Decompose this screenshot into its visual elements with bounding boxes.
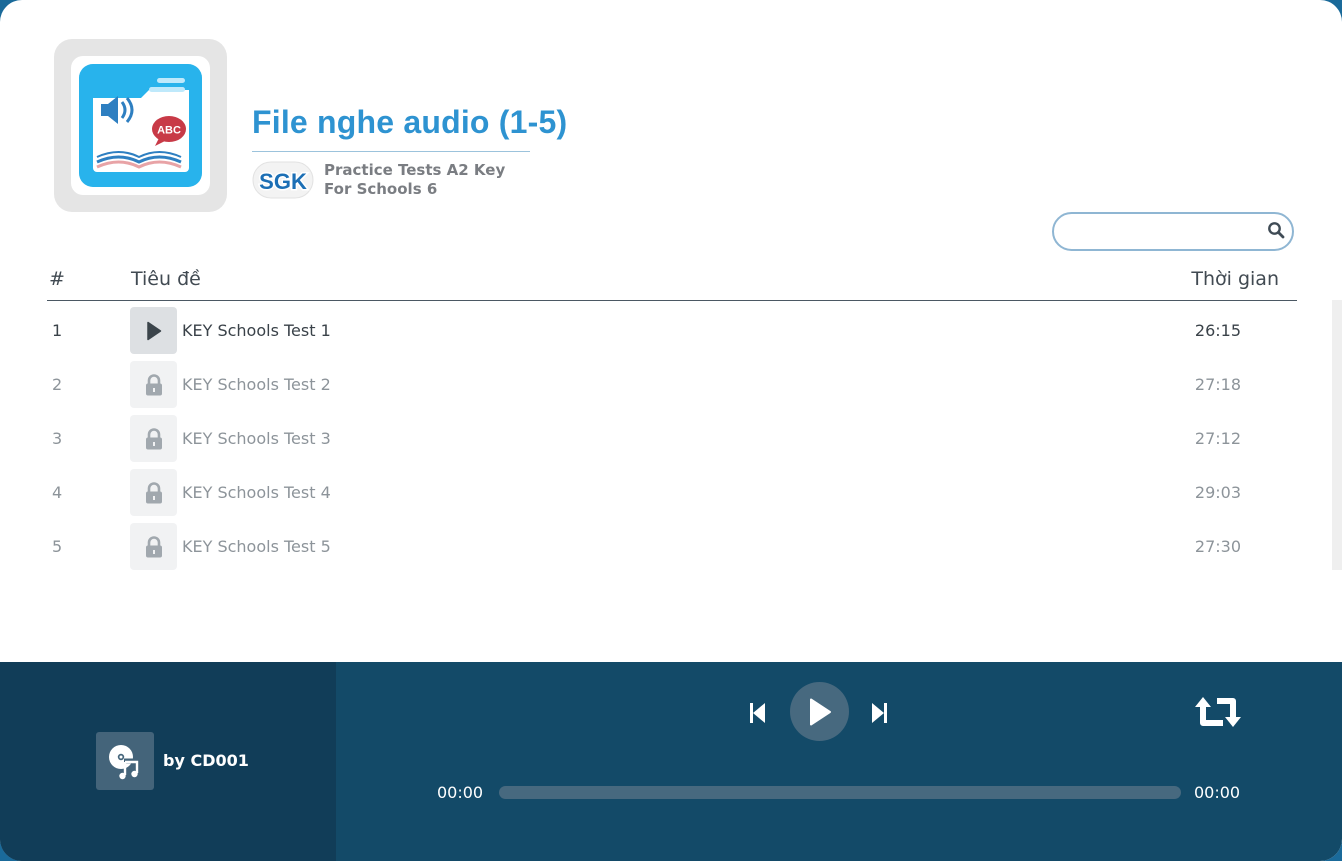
play-icon	[146, 321, 161, 340]
track-duration: 27:18	[1194, 375, 1241, 394]
column-header-duration: Thời gian	[1191, 268, 1279, 290]
locked-track-indicator	[130, 415, 177, 462]
track-duration: 29:03	[1194, 483, 1241, 502]
track-title[interactable]: KEY Schools Test 5	[182, 537, 331, 556]
play-track-button[interactable]	[130, 307, 177, 354]
music-disc-icon	[109, 745, 141, 780]
current-time: 00:00	[437, 783, 484, 802]
table-row[interactable]: 1 KEY Schools Test 1 26:15	[47, 304, 1297, 358]
repeat-button[interactable]	[1195, 694, 1247, 734]
subtitle-line-2: For Schools 6	[324, 180, 438, 198]
track-number: 4	[52, 483, 63, 502]
track-title[interactable]: KEY Schools Test 1	[182, 321, 331, 340]
table-header: # Tiêu đề Thời gian	[47, 262, 1297, 301]
progress-bar[interactable]	[499, 786, 1181, 799]
audio-player-card: ABC File nghe audio (1-5) SGK Practice T…	[0, 0, 1342, 861]
publisher-logo-text: SGK	[259, 169, 307, 194]
play-button[interactable]	[790, 682, 849, 741]
locked-track-indicator	[130, 523, 177, 570]
track-list: 1 KEY Schools Test 1 26:15 2 KEY Schools…	[47, 304, 1297, 574]
audio-player-bar: by CD001 00:00 00:00	[0, 662, 1342, 861]
locked-track-indicator	[130, 469, 177, 516]
track-title[interactable]: KEY Schools Test 3	[182, 429, 331, 448]
abc-badge: ABC	[157, 125, 181, 137]
skip-next-icon	[872, 703, 887, 723]
table-row[interactable]: 4 KEY Schools Test 4 29:03	[47, 466, 1297, 520]
publisher-logo: SGK	[252, 161, 314, 203]
table-row[interactable]: 3 KEY Schools Test 3 27:12	[47, 412, 1297, 466]
now-playing-panel: by CD001	[0, 662, 336, 861]
previous-button[interactable]	[748, 702, 766, 728]
track-duration: 26:15	[1194, 321, 1241, 340]
search-box[interactable]	[1052, 212, 1294, 251]
title-divider	[252, 151, 530, 152]
track-thumbnail	[96, 732, 154, 790]
track-title[interactable]: KEY Schools Test 2	[182, 375, 331, 394]
table-row[interactable]: 2 KEY Schools Test 2 27:18	[47, 358, 1297, 412]
next-button[interactable]	[871, 702, 889, 728]
play-icon	[809, 698, 831, 725]
table-row[interactable]: 5 KEY Schools Test 5 27:30	[47, 520, 1297, 574]
track-list-scrollbar[interactable]	[1332, 300, 1342, 570]
search-input[interactable]	[1068, 221, 1258, 243]
subtitle-line-1: Practice Tests A2 Key	[324, 161, 506, 179]
column-header-number: #	[49, 268, 65, 290]
skip-previous-icon	[750, 703, 765, 723]
album-art: ABC	[54, 39, 227, 212]
locked-track-indicator	[130, 361, 177, 408]
track-duration: 27:12	[1194, 429, 1241, 448]
track-number: 3	[52, 429, 63, 448]
page-title: File nghe audio (1-5)	[252, 104, 568, 140]
total-time: 00:00	[1194, 783, 1241, 802]
track-duration: 27:30	[1194, 537, 1241, 556]
lock-icon	[145, 427, 162, 449]
album-art-inner: ABC	[71, 56, 210, 195]
lock-icon	[145, 373, 162, 395]
search-icon[interactable]	[1267, 221, 1285, 243]
column-header-title: Tiêu đề	[131, 268, 201, 290]
audio-book-folder-icon: ABC	[79, 64, 202, 187]
track-number: 2	[52, 375, 63, 394]
track-artist: by CD001	[163, 751, 249, 770]
book-subtitle: Practice Tests A2 Key For Schools 6	[324, 161, 505, 199]
lock-icon	[145, 535, 162, 557]
track-number: 5	[52, 537, 63, 556]
repeat-icon	[1195, 697, 1241, 727]
lock-icon	[145, 481, 162, 503]
track-number: 1	[52, 321, 63, 340]
track-title[interactable]: KEY Schools Test 4	[182, 483, 331, 502]
